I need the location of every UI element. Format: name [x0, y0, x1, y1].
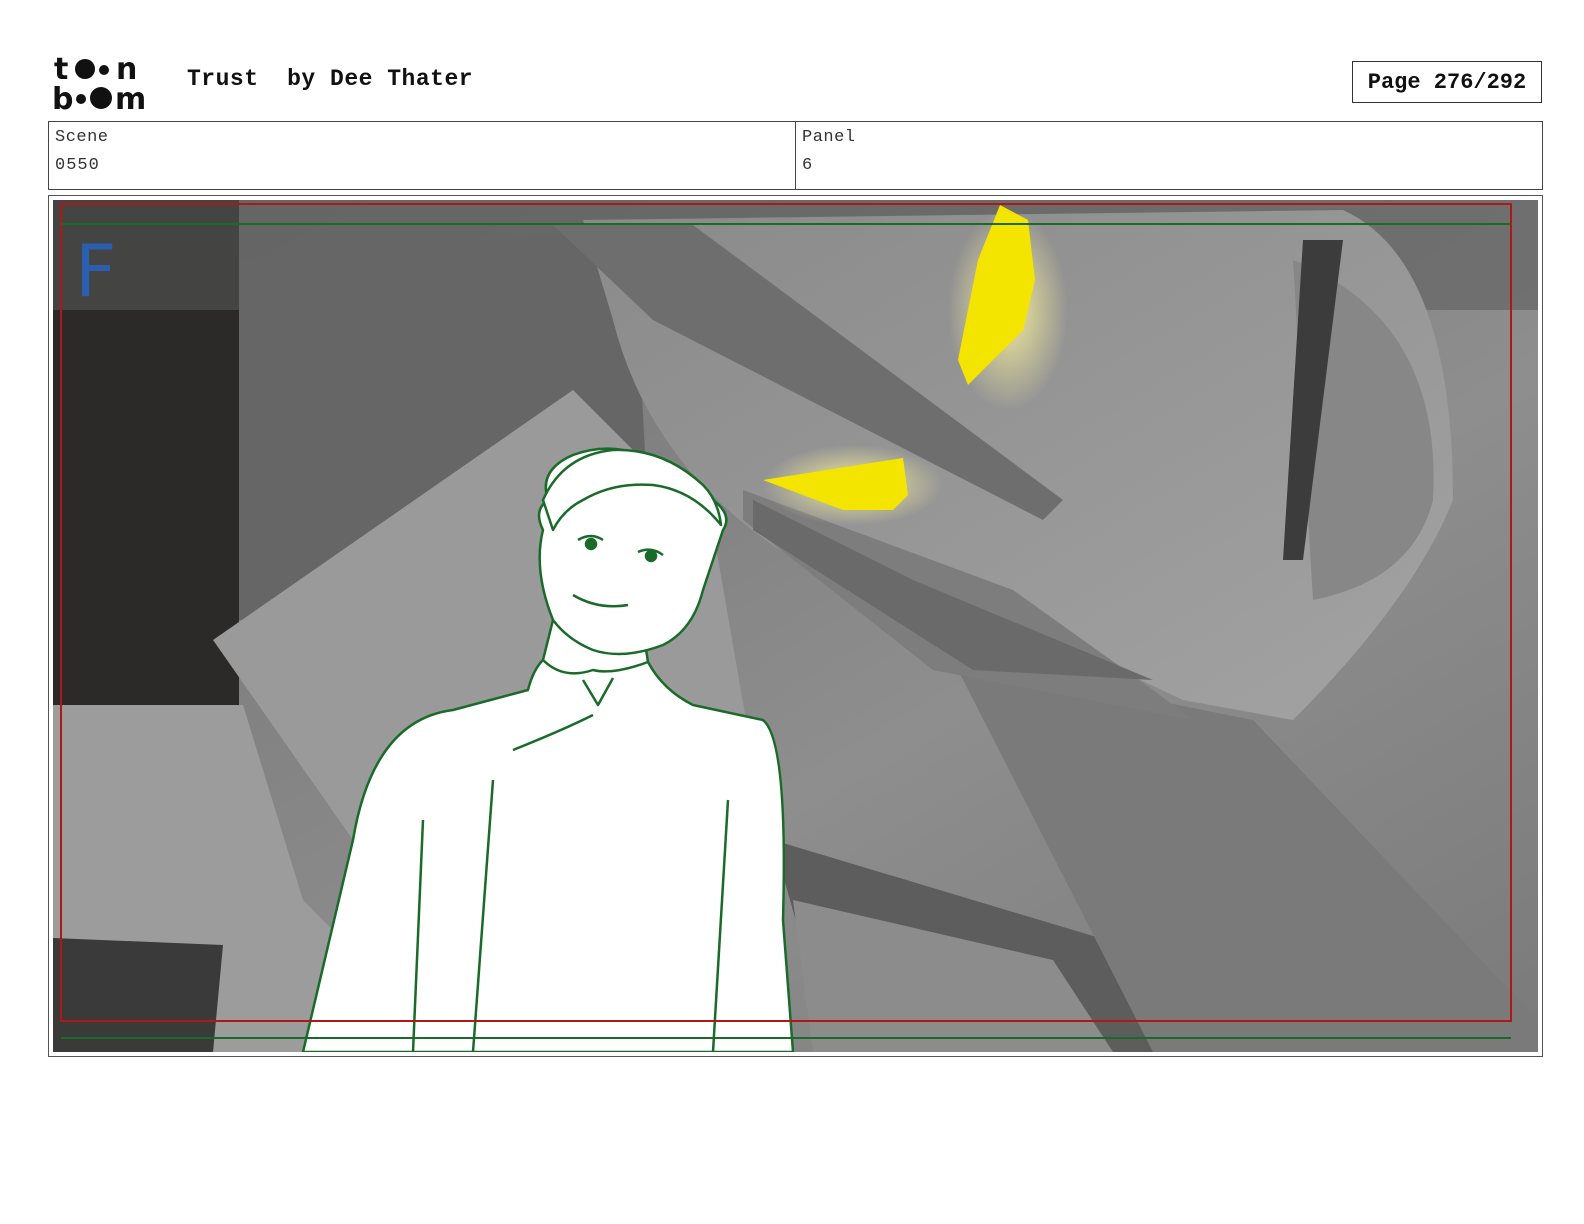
page-counter: Page 276/292	[1352, 61, 1542, 103]
panel-label: Panel	[802, 128, 856, 147]
scene-panel-info: Scene 0550 Panel 6	[48, 121, 1543, 190]
scene-label: Scene	[55, 128, 109, 147]
document-title: Trust by Dee Thater	[187, 66, 474, 92]
panel-value: 6	[802, 156, 814, 175]
field-mark: F	[75, 229, 116, 313]
scene-value: 0550	[55, 156, 100, 175]
panel-artwork: F	[53, 200, 1538, 1052]
svg-text:m: m	[115, 82, 146, 112]
dark-block	[53, 938, 223, 1052]
svg-text:b: b	[52, 82, 73, 112]
storyboard-panel: F	[48, 195, 1543, 1057]
toon-boom-logo: t n b m	[52, 52, 146, 112]
panel-cell: Panel 6	[795, 122, 1542, 189]
scene-cell: Scene 0550	[49, 122, 795, 189]
